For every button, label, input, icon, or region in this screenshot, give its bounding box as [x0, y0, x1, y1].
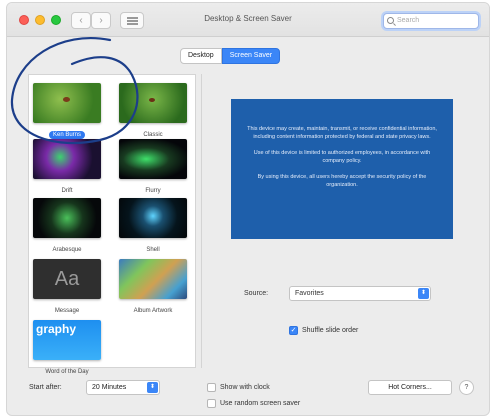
saver-drift[interactable]: Drift [33, 139, 101, 197]
preview-text: By using this device, all users hereby a… [257, 174, 427, 188]
hot-corners-button[interactable]: Hot Corners... [368, 380, 452, 395]
saver-label: Flurry [145, 188, 161, 194]
saver-label: Shell [146, 247, 160, 253]
start-after-select[interactable]: 20 Minutes ⬍ [86, 380, 160, 395]
saver-classic[interactable]: Classic [119, 83, 187, 141]
help-button[interactable]: ? [459, 380, 474, 395]
start-after-value: 20 Minutes [92, 384, 127, 391]
word-thumb-text: graphy [36, 322, 77, 336]
shuffle-label: Shuffle slide order [302, 327, 359, 334]
search-placeholder: Search [397, 17, 420, 24]
saver-thumbnail [33, 139, 101, 179]
saver-ken-burns[interactable]: Ken Burns [33, 83, 101, 141]
saver-label: Drift [61, 188, 73, 194]
saver-label: Classic [143, 132, 163, 138]
saver-thumbnail [119, 139, 187, 179]
preview-text: This device may create, maintain, transm… [247, 126, 437, 140]
saver-label: Message [54, 308, 80, 314]
saver-message[interactable]: Aa Message [33, 259, 101, 317]
chevron-updown-icon: ⬍ [418, 288, 429, 299]
source-label: Source: [244, 290, 269, 297]
search-icon [387, 17, 394, 24]
screen-saver-list: Ken Burns Classic Drift Flurry Arabesque… [28, 74, 196, 375]
search-field[interactable]: Search [383, 13, 479, 29]
shuffle-checkbox[interactable]: ✓ [289, 326, 298, 335]
tab-control: Desktop Screen Saver [180, 48, 281, 64]
start-after-label: Start after: [29, 384, 62, 391]
source-select[interactable]: Favorites ⬍ [289, 286, 431, 301]
show-clock-checkbox[interactable] [207, 383, 216, 392]
saver-thumbnail: graphy [33, 320, 101, 360]
saver-thumbnail: Aa [33, 259, 101, 299]
saver-arabesque[interactable]: Arabesque [33, 198, 101, 256]
tab-screen-saver[interactable]: Screen Saver [221, 48, 281, 64]
saver-word-of-the-day[interactable]: graphy Word of the Day [33, 320, 101, 378]
tab-desktop[interactable]: Desktop [180, 48, 222, 64]
saver-thumbnail [119, 83, 187, 123]
random-saver-checkbox[interactable] [207, 399, 216, 408]
source-value: Favorites [295, 290, 324, 297]
saver-label: Arabesque [52, 247, 82, 253]
saver-label: Word of the Day [45, 369, 89, 375]
saver-thumbnail [119, 198, 187, 238]
saver-shell[interactable]: Shell [119, 198, 187, 256]
title-bar: ‹ › Desktop & Screen Saver Search [7, 3, 489, 37]
screen-saver-preview: This device may create, maintain, transm… [231, 99, 453, 239]
saver-label: Ken Burns [48, 131, 86, 139]
saver-flurry[interactable]: Flurry [119, 139, 187, 197]
saver-thumbnail [33, 198, 101, 238]
saver-thumbnail [33, 83, 101, 123]
saver-thumbnail [119, 259, 187, 299]
saver-album-artwork[interactable]: Album Artwork [119, 259, 187, 317]
saver-label: Album Artwork [133, 308, 173, 314]
show-clock-label: Show with clock [220, 384, 270, 391]
preview-text: Use of this device is limited to authori… [253, 150, 431, 164]
chevron-updown-icon: ⬍ [147, 382, 158, 393]
random-saver-label: Use random screen saver [220, 400, 301, 407]
